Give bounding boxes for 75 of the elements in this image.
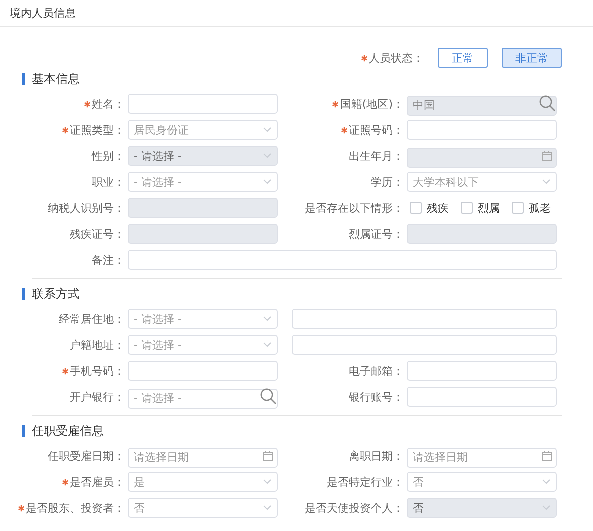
chevron-down-icon <box>263 179 272 185</box>
field-label: 残疾证号： <box>70 226 125 242</box>
field-label: 是否特定行业： <box>327 474 404 490</box>
field-label: 备注： <box>92 252 125 268</box>
text-field[interactable] <box>407 361 557 381</box>
chevron-down-icon <box>542 505 551 511</box>
section-title: 联系方式 <box>32 286 80 302</box>
address-field[interactable] <box>292 335 557 355</box>
field-label: 证照类型： <box>70 122 125 138</box>
chevron-down-icon <box>263 127 272 133</box>
date-field[interactable]: 请选择日期 <box>407 448 557 468</box>
select-field[interactable]: - 请选择 - <box>128 309 278 329</box>
section-accent-bar <box>22 73 25 85</box>
chevron-down-icon <box>263 153 272 159</box>
checkbox-label: 烈属 <box>478 200 500 216</box>
search-icon[interactable] <box>260 388 277 405</box>
text-field[interactable] <box>128 94 278 114</box>
calendar-icon <box>542 151 552 161</box>
select-field[interactable]: 否 <box>407 472 557 492</box>
select-field[interactable]: 是 <box>128 472 278 492</box>
chevron-down-icon <box>542 179 551 185</box>
dialog-title: 境内人员信息 <box>10 6 76 20</box>
calendar-icon <box>542 451 552 461</box>
checkbox[interactable] <box>461 202 473 214</box>
field-label: 证照号码： <box>349 122 404 138</box>
field-label: 是否股东、投资者： <box>26 500 125 516</box>
field-label: 手机号码： <box>70 364 125 378</box>
checkbox[interactable] <box>512 202 524 214</box>
field-label: 职业： <box>92 174 125 190</box>
field-label: 烈属证号： <box>349 226 404 242</box>
address-field[interactable] <box>292 309 557 329</box>
chevron-down-icon <box>263 505 272 511</box>
status-label: 人员状态： <box>369 50 424 66</box>
section-title: 任职受雇信息 <box>32 422 104 440</box>
chevron-down-icon <box>263 316 272 322</box>
section-accent-bar <box>22 425 25 437</box>
search-field[interactable]: - 请选择 - <box>128 388 278 408</box>
calendar-icon <box>263 451 273 461</box>
select-field[interactable]: - 请选择 - <box>128 172 278 192</box>
chevron-down-icon <box>542 479 551 485</box>
select-field[interactable]: - 请选择 - <box>128 335 278 355</box>
select-field[interactable]: 否 <box>128 498 278 518</box>
text-field[interactable] <box>407 120 557 140</box>
status-option-button[interactable]: 非正常 <box>502 48 562 68</box>
status-option-button[interactable]: 正常 <box>438 48 488 68</box>
field-label: 任职受雇日期： <box>48 448 125 464</box>
field-label: 国籍(地区)： <box>340 96 404 112</box>
select-field[interactable]: 大学本科以下 <box>407 172 557 192</box>
field-label: 是否雇员： <box>70 474 125 490</box>
chevron-down-icon <box>263 342 272 348</box>
field-label: 出生年月： <box>349 148 404 164</box>
field-label: 学历： <box>371 174 404 190</box>
checkbox-label: 孤老 <box>529 200 551 216</box>
field-label: 开户银行： <box>70 390 125 404</box>
search-icon[interactable] <box>539 95 556 112</box>
field-label: 纳税人识别号： <box>48 200 125 216</box>
select-field[interactable]: 居民身份证 <box>128 120 278 140</box>
field-label: 姓名： <box>92 96 125 112</box>
field-label: 电子邮箱： <box>349 364 404 378</box>
checkbox[interactable] <box>410 202 422 214</box>
field-label: 银行账号： <box>349 390 404 404</box>
section-title: 基本信息 <box>32 70 80 88</box>
field-label: 经常居住地： <box>59 312 125 326</box>
section-accent-bar <box>22 288 25 300</box>
date-field[interactable]: 请选择日期 <box>128 448 278 468</box>
field-label: 是否存在以下情形： <box>305 200 404 216</box>
chevron-down-icon <box>263 479 272 485</box>
remark-field[interactable] <box>128 250 557 270</box>
field-label: 性别： <box>92 148 125 164</box>
field-label: 户籍地址： <box>70 338 125 352</box>
checkbox-label: 残疾 <box>427 200 449 216</box>
text-field[interactable] <box>407 387 557 407</box>
text-field[interactable] <box>128 361 278 381</box>
field-label: 离职日期： <box>349 448 404 464</box>
field-label: 是否天使投资个人： <box>305 500 404 516</box>
